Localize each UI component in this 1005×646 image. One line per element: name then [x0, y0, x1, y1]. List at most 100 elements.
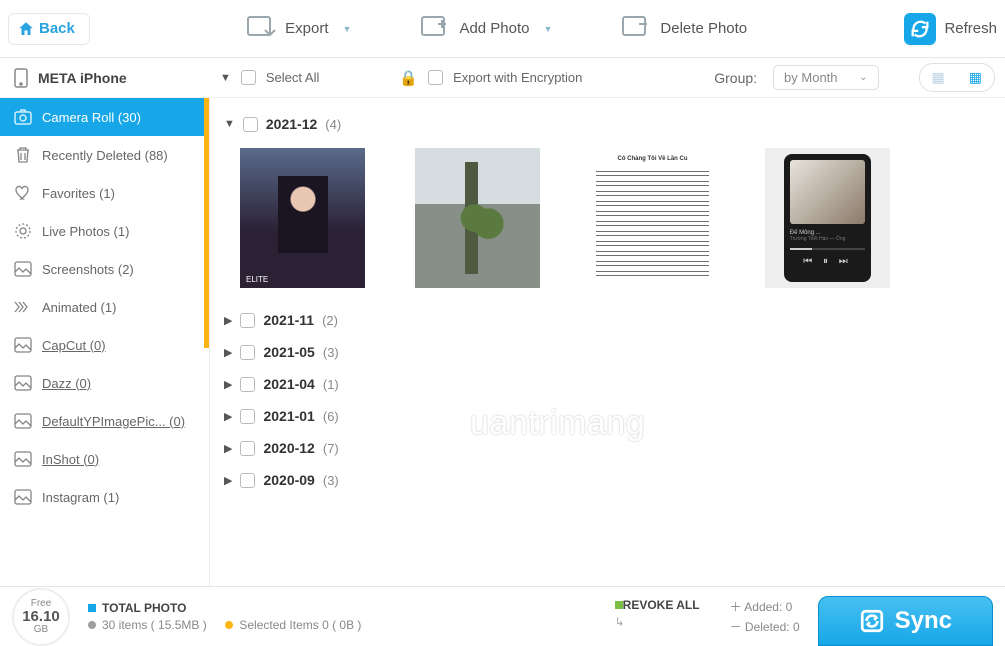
group-checkbox[interactable] [240, 377, 255, 392]
group-label: 2020-12 [263, 440, 314, 456]
group-header[interactable]: ▶ 2020-12 (7) [220, 432, 991, 464]
delete-photo-button[interactable]: Delete Photo [622, 16, 747, 42]
sidebar-item-label: Dazz (0) [42, 376, 195, 391]
sidebar-item-label: Screenshots (2) [42, 262, 195, 277]
sidebar-item-live-photos[interactable]: Live Photos (1) [0, 212, 209, 250]
refresh-button[interactable]: Refresh [904, 13, 997, 45]
sidebar: Camera Roll (30) Recently Deleted (88) F… [0, 98, 210, 586]
burst-icon [14, 298, 32, 316]
add-photo-icon [421, 16, 451, 42]
group-checkbox[interactable] [240, 409, 255, 424]
image-icon [14, 336, 32, 354]
sidebar-item-recently-deleted[interactable]: Recently Deleted (88) [0, 136, 209, 174]
photo-thumbnail[interactable] [415, 148, 540, 288]
free-value: 16.10 [22, 609, 60, 624]
group-value: by Month [784, 70, 837, 85]
caret-right-icon: ▶ [224, 378, 232, 391]
sync-button[interactable]: Sync [818, 596, 993, 646]
photo-thumbnail[interactable]: Đế Mông ...Trường Triết Hàn — Ông⏮ ⏸ ⏭ [765, 148, 890, 288]
sidebar-item-label: Favorites (1) [42, 186, 195, 201]
view-large-icon[interactable]: ▦ [920, 64, 957, 91]
scroll-indicator[interactable] [204, 98, 209, 348]
group-header[interactable]: ▶ 2021-01 (6) [220, 400, 991, 432]
add-photo-button[interactable]: Add Photo ▼ [421, 16, 552, 42]
group-count: (4) [325, 117, 341, 132]
group-checkbox[interactable] [240, 313, 255, 328]
caret-right-icon: ▶ [224, 474, 232, 487]
sidebar-item-favorites[interactable]: Favorites (1) [0, 174, 209, 212]
caret-right-icon: ▶ [224, 346, 232, 359]
group-header[interactable]: ▶ 2020-09 (3) [220, 464, 991, 496]
group-header[interactable]: ▶ 2021-05 (3) [220, 336, 991, 368]
group-label: 2021-05 [263, 344, 314, 360]
device-header: META iPhone [0, 68, 210, 88]
sidebar-item-defaultypimage[interactable]: DefaultYPImagePic... (0) [0, 402, 209, 440]
camera-icon [14, 108, 32, 126]
sidebar-item-instagram[interactable]: Instagram (1) [0, 478, 209, 516]
export-encryption-checkbox[interactable] [428, 70, 443, 85]
storage-indicator: Free 16.10 GB [12, 588, 70, 646]
deleted-count: Deleted: 0 [745, 620, 800, 634]
sidebar-item-label: InShot (0) [42, 452, 195, 467]
back-label: Back [39, 20, 75, 37]
photo-thumbnail[interactable]: Cô Chàng Tôi Về Lần Cu [590, 148, 715, 288]
sidebar-item-label: Instagram (1) [42, 490, 195, 505]
group-select[interactable]: by Month ⌄ [773, 65, 878, 90]
caret-right-icon: ▶ [224, 314, 232, 327]
phone-icon [14, 68, 28, 88]
image-icon [14, 374, 32, 392]
chevron-down-icon: ▼ [544, 24, 553, 34]
revoke-all-label[interactable]: REVOKE ALL [623, 598, 700, 612]
image-icon [14, 260, 32, 278]
sidebar-item-capcut[interactable]: CapCut (0) [0, 326, 209, 364]
trash-icon [14, 146, 32, 164]
group-label: Group: [714, 70, 763, 86]
sidebar-item-inshot[interactable]: InShot (0) [0, 440, 209, 478]
export-button[interactable]: Export ▼ [247, 16, 351, 42]
home-icon [17, 20, 35, 38]
sidebar-item-label: Camera Roll (30) [42, 110, 195, 125]
chevron-down-icon: ⌄ [859, 72, 867, 83]
group-label: 2021-01 [263, 408, 314, 424]
back-button[interactable]: Back [8, 13, 90, 45]
group-checkbox[interactable] [240, 441, 255, 456]
group-label: 2021-12 [266, 116, 317, 132]
export-icon [247, 16, 277, 42]
group-count: (3) [323, 345, 339, 360]
total-photo-label: TOTAL PHOTO [102, 601, 186, 615]
caret-right-icon: ▶ [224, 410, 232, 423]
sidebar-item-camera-roll[interactable]: Camera Roll (30) [0, 98, 209, 136]
group-header[interactable]: ▼ 2021-12 (4) [220, 108, 991, 140]
export-encryption-label: Export with Encryption [453, 70, 582, 85]
group-count: (7) [323, 441, 339, 456]
chevron-down-icon[interactable]: ▼ [220, 72, 231, 84]
sidebar-item-label: Recently Deleted (88) [42, 148, 195, 163]
view-small-icon[interactable]: ▦ [957, 64, 994, 91]
live-icon [14, 222, 32, 240]
select-all-checkbox[interactable] [241, 70, 256, 85]
total-items: 30 items ( 15.5MB ) [102, 618, 207, 632]
group-label: 2020-09 [263, 472, 314, 488]
sidebar-item-screenshots[interactable]: Screenshots (2) [0, 250, 209, 288]
sidebar-item-dazz[interactable]: Dazz (0) [0, 364, 209, 402]
group-checkbox[interactable] [240, 473, 255, 488]
image-icon [14, 450, 32, 468]
selected-items: Selected Items 0 ( 0B ) [239, 618, 361, 632]
group-checkbox[interactable] [243, 117, 258, 132]
group-count: (6) [323, 409, 339, 424]
add-photo-label: Add Photo [459, 20, 529, 37]
heart-icon [14, 184, 32, 202]
sidebar-item-animated[interactable]: Animated (1) [0, 288, 209, 326]
delete-photo-label: Delete Photo [660, 20, 747, 37]
group-count: (1) [323, 377, 339, 392]
group-count: (3) [323, 473, 339, 488]
sidebar-item-label: CapCut (0) [42, 338, 195, 353]
refresh-icon [904, 13, 936, 45]
group-header[interactable]: ▶ 2021-11 (2) [220, 304, 991, 336]
chevron-down-icon: ▼ [343, 24, 352, 34]
group-label: 2021-04 [263, 376, 314, 392]
group-header[interactable]: ▶ 2021-04 (1) [220, 368, 991, 400]
group-checkbox[interactable] [240, 345, 255, 360]
photo-thumbnail[interactable]: ELITE [240, 148, 365, 288]
sidebar-item-label: Animated (1) [42, 300, 195, 315]
